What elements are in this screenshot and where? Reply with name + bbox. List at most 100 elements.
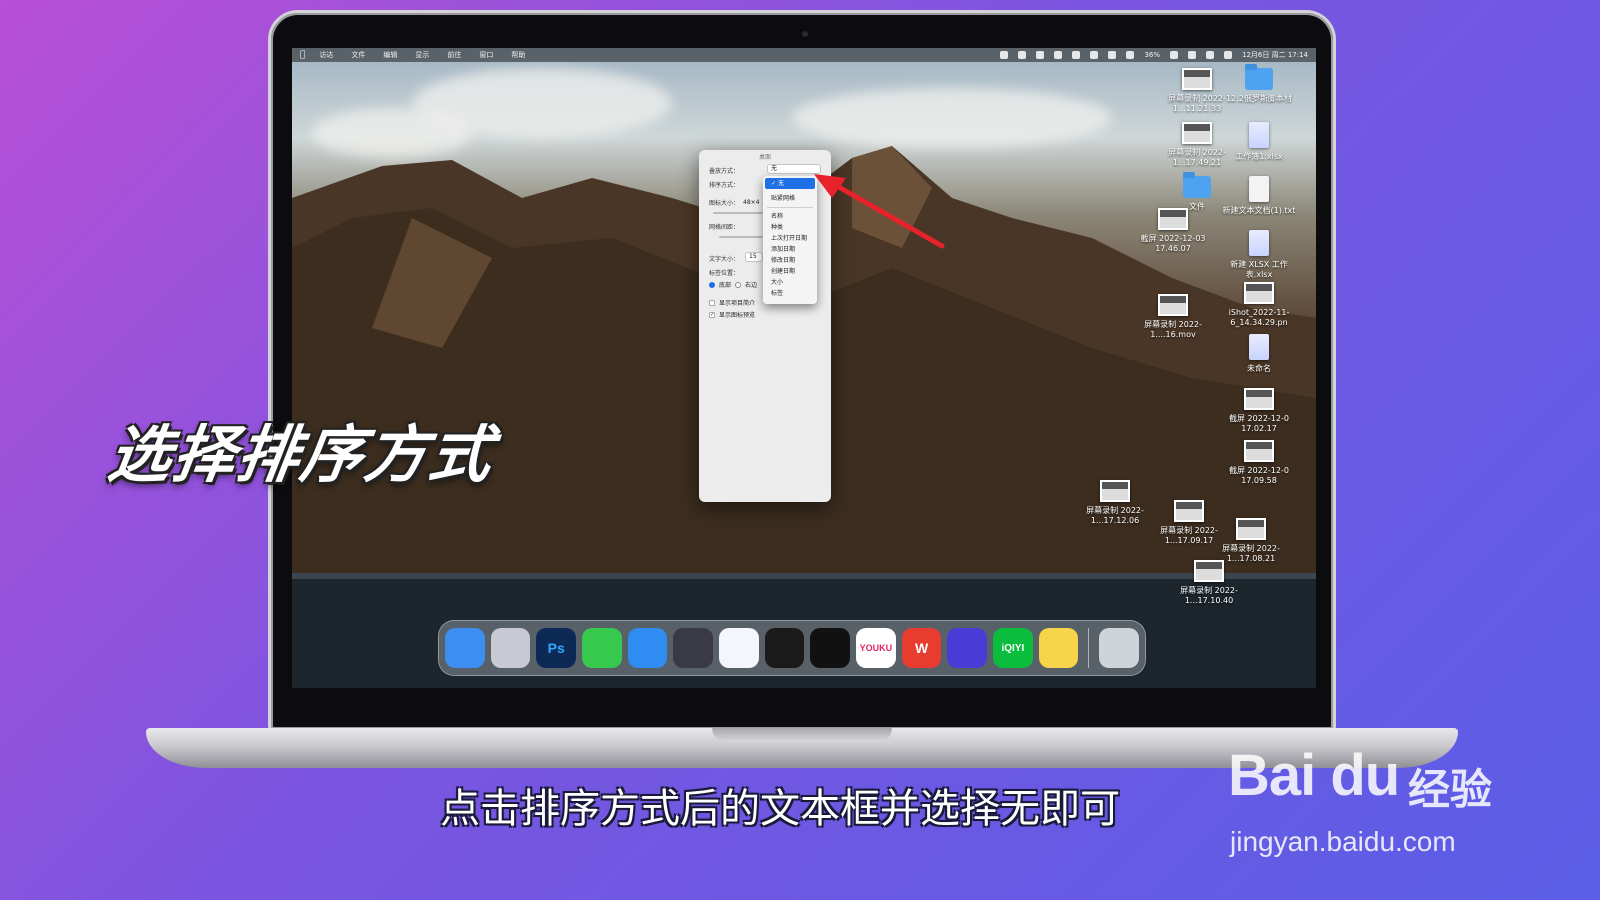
desktop-file[interactable]: 截屏 2022-12-0 17.02.17 bbox=[1222, 388, 1296, 434]
label-position-row: 标签位置： bbox=[709, 268, 739, 277]
bolt-icon[interactable] bbox=[1108, 51, 1117, 59]
dock-app-finder-icon[interactable] bbox=[445, 628, 485, 668]
desktop-file[interactable]: 屏幕录制 2022-1...17.12.06 bbox=[1078, 480, 1152, 526]
menu-view[interactable]: 显示 bbox=[415, 48, 429, 62]
bluetooth-icon[interactable] bbox=[1126, 51, 1135, 59]
grid-spacing-slider[interactable] bbox=[719, 236, 763, 238]
show-preview-checkbox[interactable]: ✓ bbox=[709, 311, 715, 318]
menu-finder[interactable]: 访达 bbox=[319, 48, 333, 62]
desktop-file[interactable]: 截屏 2022-12-03 17.46.07 bbox=[1136, 208, 1210, 254]
sort-option-date-created[interactable]: 创建日期 bbox=[763, 266, 817, 277]
dock-app-feishu-icon[interactable] bbox=[719, 628, 759, 668]
menu-file[interactable]: 文件 bbox=[351, 48, 365, 62]
label-right-radio[interactable] bbox=[735, 281, 742, 288]
dock-app-wps-icon[interactable]: W bbox=[901, 628, 942, 668]
desktop-file[interactable]: 未命名 bbox=[1222, 334, 1296, 374]
show-info-text: 显示项目简介 bbox=[719, 300, 756, 307]
datetime[interactable]: 12月6日 周二 17:14 bbox=[1242, 48, 1308, 62]
menu-help[interactable]: 帮助 bbox=[511, 48, 525, 62]
menu-window[interactable]: 窗口 bbox=[479, 48, 493, 62]
desktop-file-label: iShot_2022-11-6_14.34.29.pn bbox=[1228, 308, 1290, 327]
desktop-file-label: 屏幕录制 2022-1...17.09.17 bbox=[1160, 526, 1218, 545]
dock-app-iqiyi-icon[interactable]: iQIYI bbox=[993, 628, 1033, 668]
desktop-file[interactable]: 工作簿1.xlsx bbox=[1222, 122, 1296, 162]
screenshot-icon[interactable] bbox=[1036, 51, 1045, 59]
show-info-row: 显示项目简介 bbox=[709, 298, 755, 307]
search-icon[interactable] bbox=[1206, 51, 1215, 59]
label-bottom-text: 底部 bbox=[719, 282, 732, 289]
control-center-icon[interactable] bbox=[1224, 51, 1233, 59]
label-position-label: 标签位置： bbox=[709, 270, 740, 277]
desktop-file[interactable]: iShot_2022-11-6_14.34.29.pn bbox=[1222, 282, 1296, 328]
sort-label: 排序方式： bbox=[709, 182, 740, 189]
red-arrow-annotation bbox=[814, 174, 945, 249]
desktop-file-label: 工作簿1.xlsx bbox=[1235, 152, 1283, 161]
sort-option-tags[interactable]: 标签 bbox=[763, 288, 817, 299]
video-thumbnail-icon bbox=[1182, 122, 1212, 144]
video-thumbnail-icon bbox=[1158, 294, 1188, 316]
desktop-file-label: 截屏 2022-12-0 17.09.58 bbox=[1229, 466, 1289, 485]
laptop-notch bbox=[712, 728, 892, 742]
dock-app-photoshop-icon[interactable]: Ps bbox=[536, 628, 577, 668]
document-icon bbox=[1249, 334, 1269, 360]
dock-app-video-app-icon[interactable] bbox=[810, 628, 851, 668]
folder-icon bbox=[1183, 172, 1211, 198]
dock: Ps YOUKU WiQIYI bbox=[438, 620, 1146, 676]
battery-percent[interactable]: 36% bbox=[1144, 48, 1160, 62]
cloud-icon[interactable] bbox=[1072, 51, 1081, 59]
menu-edit[interactable]: 编辑 bbox=[383, 48, 397, 62]
battery-icon[interactable] bbox=[1170, 51, 1179, 59]
show-info-checkbox[interactable] bbox=[709, 299, 715, 306]
dock-app-trash-icon[interactable] bbox=[1099, 628, 1140, 668]
folder-icon bbox=[1245, 64, 1273, 90]
dock-app-shortcuts-icon[interactable] bbox=[947, 628, 988, 668]
video-thumbnail-icon bbox=[1174, 500, 1204, 522]
dock-app-youku-icon[interactable]: YOUKU bbox=[856, 628, 896, 668]
dock-app-notes-icon[interactable] bbox=[1038, 628, 1079, 668]
icon-size-slider[interactable] bbox=[713, 212, 763, 214]
desktop-file[interactable]: 屏幕录制 2022-1....16.mov bbox=[1136, 294, 1210, 340]
dock-app-launchpad-icon[interactable] bbox=[490, 628, 531, 668]
dock-app-messages-icon[interactable] bbox=[582, 628, 622, 668]
mic-icon[interactable] bbox=[1054, 51, 1063, 59]
desktop-file-label: 截屏 2022-12-0 17.02.17 bbox=[1229, 414, 1289, 433]
desktop-file-label: 屏幕录制 2022-1...17.49.21 bbox=[1168, 148, 1226, 167]
video-thumbnail-icon bbox=[1194, 560, 1224, 582]
show-preview-text: 显示图标预览 bbox=[719, 312, 756, 319]
baidu-logo: Bai du bbox=[1228, 743, 1400, 808]
video-thumbnail-icon bbox=[1236, 518, 1266, 540]
mac-screen:  访达 文件 编辑 显示 前往 窗口 帮助 36% 12月6日 周二 17:1… bbox=[292, 48, 1316, 688]
desktop-folder[interactable]: 12.2俄罗斯脚本材 bbox=[1222, 64, 1296, 104]
desktop-file-label: 12.2俄罗斯脚本材 bbox=[1226, 94, 1292, 103]
status-area: 36% 12月6日 周二 17:14 bbox=[1000, 48, 1308, 62]
icon-size-value: 48×4 bbox=[743, 199, 760, 206]
desktop-file[interactable]: 新建文本文档(1).txt bbox=[1222, 176, 1296, 216]
dock-app-qq-icon[interactable] bbox=[764, 628, 805, 668]
desktop-file[interactable]: 屏幕录制 2022-1...17.08.21 bbox=[1214, 518, 1288, 564]
sort-option-size[interactable]: 大小 bbox=[763, 277, 817, 288]
shield-icon[interactable] bbox=[1090, 51, 1099, 59]
dock-app-quicktime-icon[interactable] bbox=[673, 628, 714, 668]
video-thumbnail-icon bbox=[1100, 480, 1130, 502]
label-bottom-radio[interactable] bbox=[709, 281, 715, 288]
wps-status-icon[interactable] bbox=[1018, 51, 1027, 59]
jingyan-text: 经验 bbox=[1408, 765, 1493, 814]
text-size-field[interactable]: 15 bbox=[745, 252, 763, 262]
apple-menu-icon[interactable]:  bbox=[300, 48, 305, 62]
screenshot-thumbnail-icon bbox=[1244, 388, 1274, 410]
desktop-file[interactable]: 屏幕录制 2022-1...17.10.40 bbox=[1172, 560, 1246, 606]
watermark-url: jingyan.baidu.com bbox=[1230, 826, 1456, 857]
image-thumbnail-icon bbox=[1244, 282, 1274, 304]
desktop-file[interactable]: 新建 XLSX 工作表.xlsx bbox=[1222, 230, 1296, 280]
record-icon[interactable] bbox=[1000, 51, 1009, 59]
desktop-file[interactable]: 截屏 2022-12-0 17.09.58 bbox=[1222, 440, 1296, 486]
step-title: 选择排序方式 bbox=[104, 418, 499, 491]
desktop-file-label: 屏幕录制 2022-1...17.10.40 bbox=[1180, 586, 1238, 605]
screenshot-thumbnail-icon bbox=[1244, 440, 1274, 462]
wifi-icon[interactable] bbox=[1188, 51, 1197, 59]
sort-row: 排序方式： bbox=[709, 180, 739, 189]
desktop-file-label: 未命名 bbox=[1247, 364, 1271, 373]
dock-app-safari-icon[interactable] bbox=[627, 628, 668, 668]
desktop-file-label: 新建 XLSX 工作表.xlsx bbox=[1230, 260, 1288, 279]
menu-go[interactable]: 前往 bbox=[447, 48, 461, 62]
